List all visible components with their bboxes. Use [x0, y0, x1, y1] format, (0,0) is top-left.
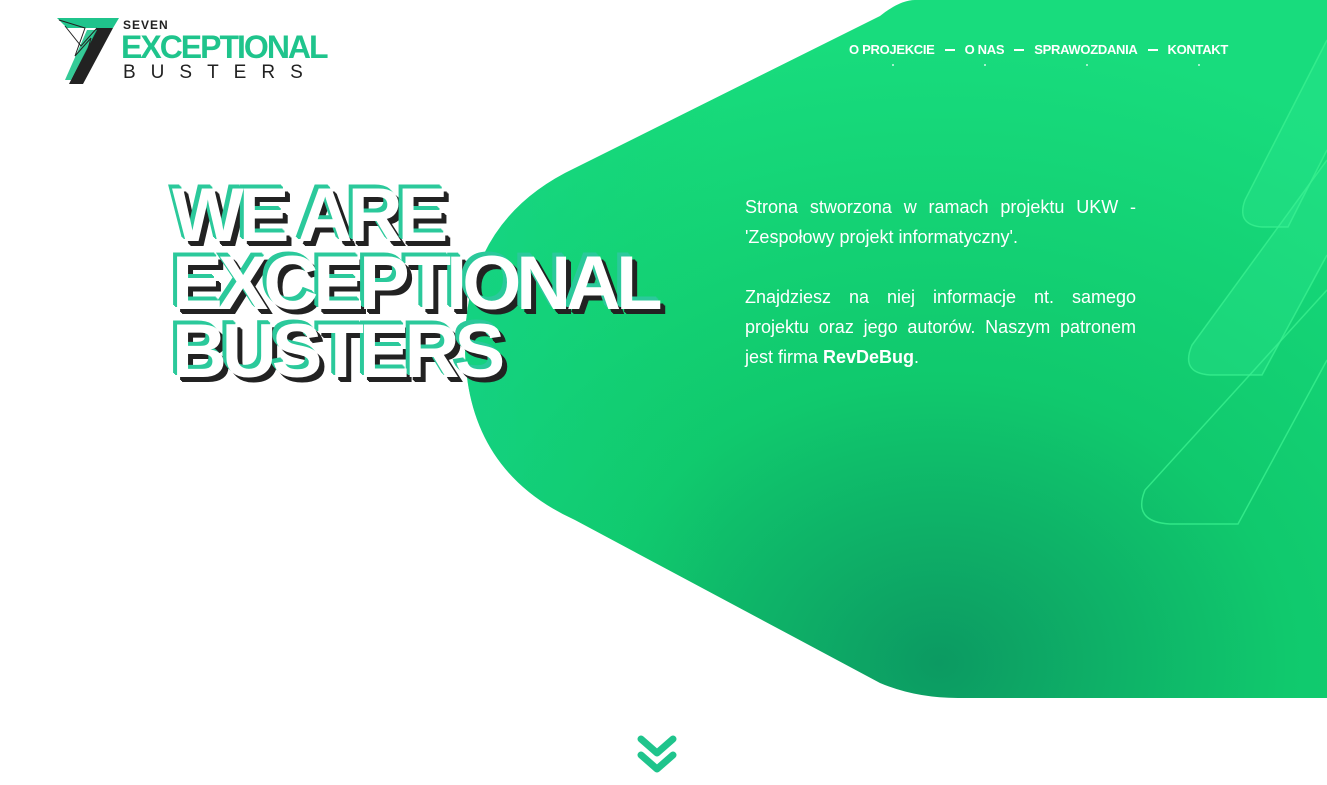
revdebug-link[interactable]: RevDeBug: [823, 347, 914, 367]
headline-line-1: WE ARE: [172, 173, 448, 258]
hero-headline: WE ARE EXCEPTIONAL BUSTERS: [172, 173, 662, 394]
hero-paragraph-2-end: .: [914, 347, 920, 367]
nav-item-sprawozdania[interactable]: SPRAWOZDANIA: [1034, 42, 1138, 66]
nav-item-o-nas[interactable]: O NAS: [965, 42, 1005, 66]
double-chevron-down-icon[interactable]: [636, 733, 678, 775]
nav-separator: [1014, 49, 1025, 51]
hero-paragraph-2-text: Znajdziesz na niej informacje nt. samego…: [745, 287, 1136, 367]
hero-paragraph-2: Znajdziesz na niej informacje nt. samego…: [745, 282, 1136, 372]
nav-separator: [944, 49, 955, 51]
logo-text-busters: BUSTERS: [123, 62, 318, 83]
hero-description: Strona stworzona w ramach projektu UKW -…: [745, 192, 1136, 402]
main-nav: O PROJEKCIE O NAS SPRAWOZDANIA KONTAKT: [849, 42, 1228, 66]
page: SEVEN EXCEPTIONAL BUSTERS O PROJEKCIE O …: [0, 0, 1327, 785]
site-logo[interactable]: SEVEN EXCEPTIONAL BUSTERS: [57, 16, 332, 86]
headline-line-2: EXCEPTIONAL: [172, 241, 662, 326]
nav-separator: [1147, 49, 1158, 51]
seven-logo-mark-icon: [57, 18, 119, 84]
logo-text-exceptional: EXCEPTIONAL: [121, 29, 329, 65]
nav-item-o-projekcie[interactable]: O PROJEKCIE: [849, 42, 935, 66]
headline-line-3: BUSTERS: [172, 309, 505, 394]
nav-item-kontakt[interactable]: KONTAKT: [1168, 42, 1228, 66]
hero-paragraph-1: Strona stworzona w ramach projektu UKW -…: [745, 197, 1136, 247]
